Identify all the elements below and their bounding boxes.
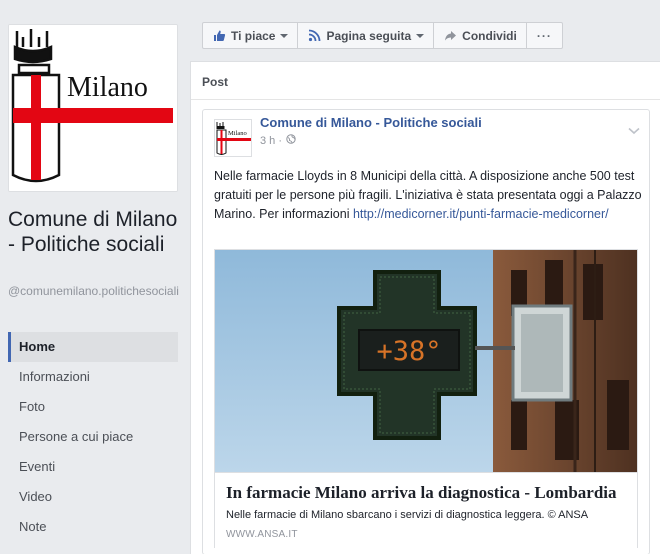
- svg-text:Milano: Milano: [228, 130, 247, 137]
- nav-item-home[interactable]: Home: [8, 332, 178, 362]
- post-options-chevron-icon[interactable]: [628, 122, 640, 140]
- follow-label: Pagina seguita: [326, 28, 412, 43]
- share-label: Condividi: [462, 28, 517, 43]
- link-preview-body[interactable]: In farmacie Milano arriva la diagnostica…: [215, 472, 637, 548]
- thumbs-up-icon: [212, 29, 226, 43]
- post-author-avatar[interactable]: Milano: [214, 119, 252, 157]
- like-label: Ti piace: [231, 28, 276, 43]
- link-preview-domain: WWW.ANSA.IT: [226, 529, 298, 540]
- posts-section-heading: Post: [202, 75, 229, 89]
- chevron-down-icon: [280, 33, 289, 38]
- like-button[interactable]: Ti piace: [202, 22, 299, 49]
- post-timestamp[interactable]: 3 h ·: [260, 135, 282, 147]
- globe-icon: [286, 134, 296, 147]
- share-arrow-icon: [443, 29, 457, 43]
- nav-item-foto[interactable]: Foto: [8, 392, 178, 422]
- link-preview-description: Nelle farmacie di Milano sbarcano i serv…: [226, 509, 589, 521]
- nav-item-note[interactable]: Note: [8, 512, 178, 542]
- follow-button[interactable]: Pagina seguita: [297, 22, 435, 49]
- page-action-bar: Ti piace Pagina seguita Condividi ···: [202, 22, 563, 49]
- post-text: Nelle farmacie Lloyds in 8 Municipi dell…: [214, 167, 642, 224]
- left-column: Milano Comune di Milano - Politiche soci…: [0, 0, 190, 554]
- link-preview-title[interactable]: In farmacie Milano arriva la diagnostica…: [226, 483, 617, 503]
- link-preview-image[interactable]: +38°: [215, 250, 637, 472]
- share-button[interactable]: Condividi: [433, 22, 527, 49]
- nav-item-informazioni[interactable]: Informazioni: [8, 362, 178, 392]
- nav-item-video[interactable]: Video: [8, 482, 178, 512]
- thermometer-reading: +38°: [376, 336, 441, 367]
- page-handle[interactable]: @comunemilano.politichesociali: [8, 283, 184, 299]
- rss-icon: [307, 29, 321, 43]
- more-options-button[interactable]: ···: [525, 22, 563, 49]
- milano-logo: Milano: [9, 25, 177, 191]
- nav-item-eventi[interactable]: Eventi: [8, 452, 178, 482]
- page-title[interactable]: Comune di Milano - Politiche sociali: [8, 207, 184, 257]
- nav-item-persone[interactable]: Persone a cui piace: [8, 422, 178, 452]
- post-card: Milano Comune di Milano - Politiche soci…: [202, 109, 650, 554]
- chevron-down-icon: [416, 33, 425, 38]
- page-nav: Home Informazioni Foto Persone a cui pia…: [8, 332, 178, 542]
- page-profile-picture[interactable]: Milano: [8, 24, 178, 192]
- link-preview[interactable]: +38° In farmacie Milano arriva la diagno…: [214, 249, 638, 548]
- logo-wordmark: Milano: [67, 72, 148, 103]
- post-author-name[interactable]: Comune di Milano - Politiche sociali: [260, 115, 482, 130]
- timeline-column: Post Milano Comune di Milano - Politiche…: [190, 61, 660, 554]
- divider: [191, 99, 660, 100]
- post-link[interactable]: http://medicorner.it/punti-farmacie-medi…: [353, 207, 609, 221]
- post-meta: 3 h ·: [260, 134, 296, 147]
